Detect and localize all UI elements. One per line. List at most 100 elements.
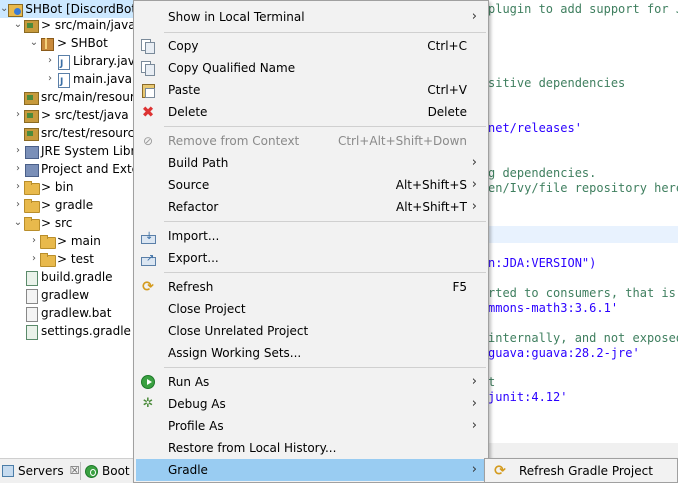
menu-item-gradle[interactable]: Gradle › <box>136 459 487 481</box>
horizontal-scrollbar[interactable] <box>488 443 678 458</box>
menu-item-label: Remove from Context <box>168 134 300 148</box>
menu-item-copy[interactable]: Copy Ctrl+C <box>136 35 487 57</box>
menu-item-label: Refresh <box>168 280 214 294</box>
tree-item-label: > SHBot <box>57 36 108 50</box>
expand-icon[interactable]: ⌄ <box>28 34 40 52</box>
menu-item-close-project[interactable]: Close Project <box>136 298 487 320</box>
tree-item-settings-gradle[interactable]: settings.gradle <box>12 322 131 340</box>
menu-item-debug-as[interactable]: ✲ Debug As › <box>136 393 487 415</box>
tree-item-label: src/test/resources <box>41 126 136 140</box>
expand-icon[interactable]: › <box>12 196 24 214</box>
refresh-icon: ⟳ <box>142 279 154 295</box>
menu-separator <box>164 367 486 368</box>
tree-item-gradlew[interactable]: gradlew <box>12 286 89 304</box>
menu-item-refactor[interactable]: Refactor Alt+Shift+T › <box>136 196 487 218</box>
menu-item-label: Delete <box>168 105 208 119</box>
project-explorer: ⌄ > SHBot [DiscordBot] ⌄ > src/main/java… <box>0 0 136 458</box>
tree-item-label: > src <box>41 216 73 230</box>
expand-icon[interactable]: › <box>12 178 24 196</box>
tree-item-package-shbot[interactable]: ⌄ > SHBot <box>28 34 108 52</box>
tree-item-build-gradle[interactable]: build.gradle <box>12 268 113 286</box>
menu-item-run-as[interactable]: Run As › <box>136 371 487 393</box>
expand-icon[interactable]: ⌄ <box>0 0 8 18</box>
submenu-arrow-icon: › <box>471 9 477 24</box>
menu-item-close-unrelated-project[interactable]: Close Unrelated Project <box>136 320 487 342</box>
tree-item-src-test-java[interactable]: › > src/test/java <box>12 106 129 124</box>
menu-item-assign-working-sets[interactable]: Assign Working Sets... <box>136 342 487 364</box>
menu-item-refresh[interactable]: ⟳ Refresh F5 <box>136 276 487 298</box>
menu-item-label: Show in Local Terminal <box>168 10 305 24</box>
gradle-file-icon <box>24 270 38 286</box>
tree-item-src-test-resources[interactable]: src/test/resources <box>12 124 136 142</box>
menu-item-label: Close Project <box>168 302 246 316</box>
gradle-refresh-icon: ⟳ <box>494 463 506 479</box>
expand-icon[interactable]: › <box>28 250 40 268</box>
source-folder-icon <box>24 18 39 33</box>
code-line: guava:guava:28.2-jre' <box>488 346 640 360</box>
expand-icon[interactable]: › <box>28 232 40 250</box>
submenu-arrow-icon: › <box>471 155 477 170</box>
menu-item-restore-from-local-history[interactable]: Restore from Local History... <box>136 437 487 459</box>
tree-item-label: > gradle <box>41 198 94 212</box>
tree-item-jre-system-library[interactable]: › JRE System Library <box>12 142 136 160</box>
tab-boot[interactable]: Boot <box>85 459 130 483</box>
servers-icon <box>2 465 14 477</box>
menu-item-export[interactable]: Export... <box>136 247 487 270</box>
run-icon <box>141 375 155 389</box>
tree-item-label: settings.gradle <box>41 324 131 338</box>
tree-item-library-java[interactable]: › Library.java <box>44 52 136 73</box>
remove-context-icon: ⊘ <box>142 134 154 148</box>
expand-icon[interactable]: › <box>44 70 56 88</box>
tree-item-src[interactable]: ⌄ > src <box>12 214 72 232</box>
expand-icon[interactable]: ⌄ <box>12 16 24 34</box>
menu-item-source[interactable]: Source Alt+Shift+S › <box>136 174 487 196</box>
folder-icon <box>24 180 40 195</box>
tab-servers[interactable]: Servers ☒ <box>2 459 79 483</box>
code-line: mmons-math3:3.6.1' <box>488 301 619 315</box>
menu-item-label: Gradle <box>168 463 208 477</box>
expand-icon[interactable]: › <box>12 142 24 160</box>
tree-item-label: > test <box>57 252 94 266</box>
tree-item-label: main.java <box>73 72 132 86</box>
expand-icon[interactable]: › <box>12 160 24 178</box>
menu-item-import[interactable]: Import... <box>136 225 487 248</box>
menu-item-shortcut: Ctrl+V <box>427 83 467 97</box>
tree-item-gradle[interactable]: › > gradle <box>12 196 93 214</box>
tab-label: Servers <box>18 464 64 478</box>
code-line: net/releases' <box>488 121 582 135</box>
menu-item-refresh-gradle-project[interactable]: ⟳ Refresh Gradle Project <box>487 460 675 482</box>
delete-icon: ✖ <box>141 103 155 121</box>
submenu-arrow-icon: › <box>471 199 477 214</box>
folder-icon <box>40 252 56 267</box>
tree-item-project-and-external[interactable]: › Project and External <box>12 160 136 178</box>
menu-item-label: Refresh Gradle Project <box>519 464 653 478</box>
tree-item-gradlew-bat[interactable]: gradlew.bat <box>12 304 111 322</box>
close-icon[interactable]: ☒ <box>70 459 80 483</box>
tree-item-bin[interactable]: › > bin <box>12 178 73 196</box>
expand-icon[interactable]: › <box>44 52 56 70</box>
expand-icon[interactable]: › <box>12 106 24 124</box>
menu-item-label: Refactor <box>168 200 219 214</box>
menu-item-shortcut: Alt+Shift+S <box>395 178 467 192</box>
tree-item-label: Project and External <box>41 162 136 176</box>
menu-item-label: Source <box>168 178 210 192</box>
menu-item-label: Run As <box>168 375 210 389</box>
tree-item-test[interactable]: › > test <box>28 250 94 268</box>
menu-item-copy-qualified-name[interactable]: Copy Qualified Name <box>136 57 487 79</box>
tree-item-src-main-java[interactable]: ⌄ > src/main/java <box>12 16 136 34</box>
submenu-arrow-icon: › <box>471 177 477 192</box>
menu-item-profile-as[interactable]: Profile As › <box>136 415 487 437</box>
menu-separator <box>164 272 486 273</box>
expand-icon[interactable]: ⌄ <box>12 214 24 232</box>
java-file-icon <box>56 54 70 73</box>
tree-item-main[interactable]: › > main <box>28 232 101 250</box>
code-editor[interactable]: plugin to add support for Ja sitive depe… <box>488 0 678 458</box>
folder-icon <box>24 216 40 231</box>
menu-item-build-path[interactable]: Build Path › <box>136 152 487 174</box>
menu-item-label: Build Path <box>168 156 229 170</box>
tree-item-src-main-resources[interactable]: src/main/resources <box>12 88 136 106</box>
menu-item-delete[interactable]: ✖ Delete Delete <box>136 101 487 123</box>
menu-item-show-in-local-terminal[interactable]: Show in Local Terminal › <box>136 6 487 28</box>
tree-item-main-java[interactable]: › main.java <box>44 70 132 91</box>
menu-item-paste[interactable]: Paste Ctrl+V <box>136 79 487 101</box>
